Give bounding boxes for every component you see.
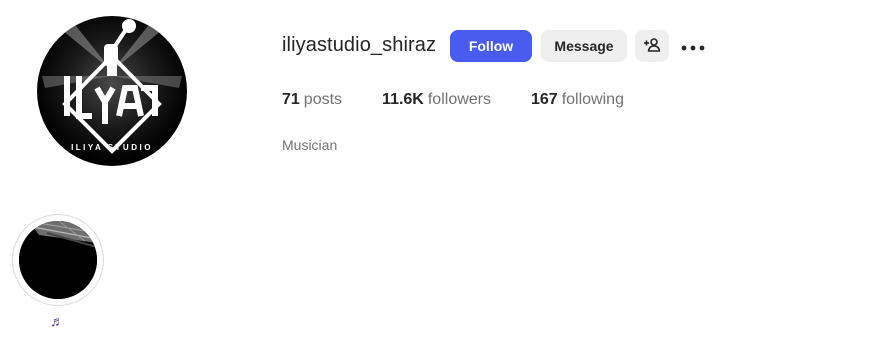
profile-category: Musician bbox=[282, 137, 338, 153]
following-stat[interactable]: 167 following bbox=[531, 91, 624, 109]
person-add-icon bbox=[643, 37, 661, 56]
followers-stat[interactable]: 11.6K followers bbox=[382, 91, 491, 109]
suggested-users-button[interactable] bbox=[635, 30, 669, 62]
followers-label: followers bbox=[427, 91, 491, 108]
posts-label: posts bbox=[303, 91, 343, 108]
message-button[interactable]: Message bbox=[541, 30, 627, 62]
posts-count: 71 bbox=[282, 91, 300, 108]
avatar-caption: ILIYA STUDIO bbox=[71, 143, 153, 152]
followers-count: 11.6K bbox=[382, 91, 424, 108]
highlight-cover bbox=[19, 221, 97, 299]
following-label: following bbox=[561, 91, 624, 108]
posts-stat: 71 posts bbox=[282, 91, 342, 109]
profile-stats: 71 posts 11.6K followers 167 following bbox=[282, 91, 664, 109]
music-note-icon: ♬ bbox=[50, 313, 64, 329]
story-highlight[interactable] bbox=[12, 214, 104, 306]
options-button[interactable] bbox=[679, 30, 707, 62]
profile-username: iliyastudio_shiraz bbox=[282, 34, 437, 56]
avatar-logo: ILIYA STUDIO bbox=[42, 19, 182, 154]
more-horizontal-icon bbox=[681, 39, 705, 54]
following-count: 167 bbox=[531, 91, 558, 108]
follow-button[interactable]: Follow bbox=[450, 30, 532, 62]
profile-avatar[interactable]: ILIYA STUDIO bbox=[37, 16, 187, 166]
